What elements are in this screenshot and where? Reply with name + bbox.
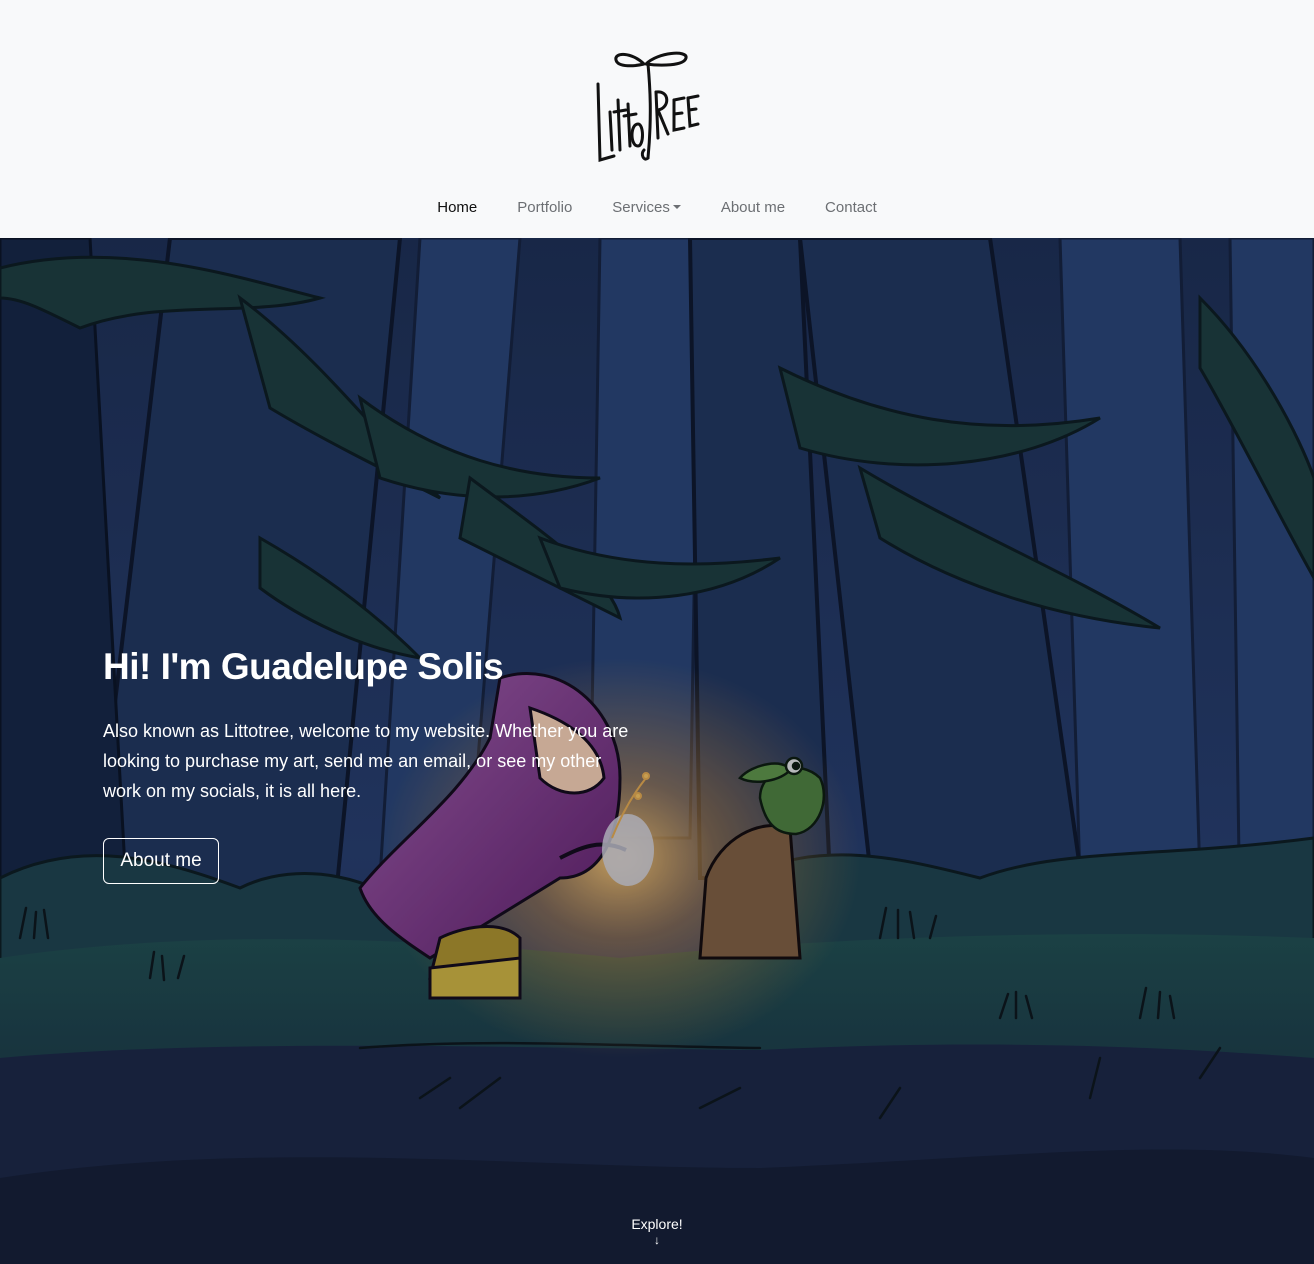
site-header: Home Portfolio Services About me Contact [0,0,1314,238]
down-arrow-icon: ↓ [654,1233,660,1247]
about-me-button[interactable]: About me [103,838,219,884]
main-nav: Home Portfolio Services About me Contact [0,196,1314,220]
hero-title: Hi! I'm Guadelupe Solis [103,646,504,687]
nav-about[interactable]: About me [701,196,805,220]
littotree-logo[interactable] [588,46,704,166]
dropdown-caret-icon [672,205,681,209]
nav-services-label: Services [612,199,670,216]
nav-home[interactable]: Home [417,196,497,220]
explore-label: Explore! [631,1216,683,1232]
nav-portfolio[interactable]: Portfolio [497,196,592,220]
nav-services[interactable]: Services [592,196,701,220]
hero-section: Hi! I'm Guadelupe Solis Also known as Li… [0,238,1314,1264]
explore-link[interactable]: Explore! ↓ [0,1216,1314,1246]
hero-description: Also known as Littotree, welcome to my w… [103,721,629,801]
nav-contact[interactable]: Contact [805,196,897,220]
